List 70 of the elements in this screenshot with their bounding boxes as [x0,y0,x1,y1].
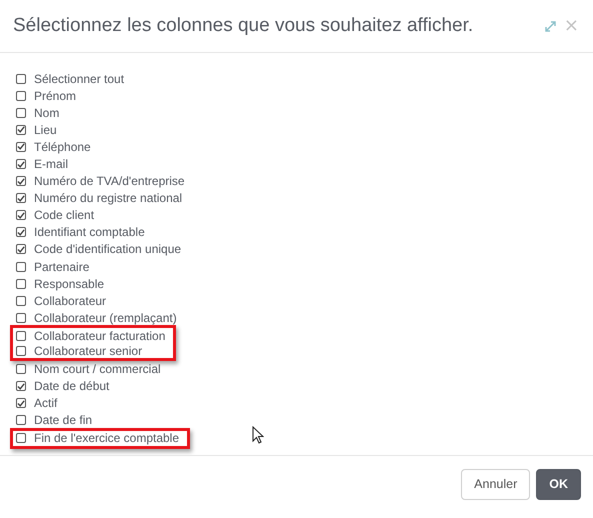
checkbox[interactable] [16,210,26,220]
checkbox-row[interactable]: Prénom [16,87,76,104]
mouse-pointer-icon [252,426,264,444]
checkbox-row[interactable]: Lieu [16,121,57,138]
checkbox[interactable] [16,108,26,118]
checkbox-row[interactable]: Numéro de TVA/d'entreprise [16,172,185,190]
checkbox-row[interactable]: Sélectionner tout [16,70,124,88]
column-label: Identifiant comptable [34,225,145,240]
checkbox[interactable] [16,124,26,135]
checkbox-row[interactable]: Nom [16,104,60,122]
checkbox[interactable] [16,296,26,306]
checkbox[interactable] [16,278,26,289]
column-label: Collaborateur [34,294,106,308]
column-label: Fin de l'exercice comptable [34,431,180,446]
column-label: Collaborateur (remplaçant) [34,310,177,325]
column-label: Nom [34,106,60,120]
column-label: Actif [34,396,58,410]
column-label: Numéro de TVA/d'entreprise [34,174,185,188]
checkbox-row[interactable]: Nom court / commercial [16,360,161,378]
checkbox[interactable] [16,312,26,323]
checkbox-row[interactable]: Collaborateur facturation [16,328,166,344]
column-label: Numéro du registre national [34,191,182,206]
checkbox-row[interactable]: Fin de l'exercice comptable [16,430,180,446]
column-label: Prénom [34,88,76,103]
checkbox[interactable] [16,244,26,254]
checkbox-row[interactable]: Responsable [16,275,104,292]
checkbox[interactable] [16,176,26,186]
checkbox-row[interactable]: Téléphone [16,138,91,156]
column-label: Partenaire [34,260,90,274]
column-label: Lieu [34,122,57,137]
column-label: Nom court / commercial [34,362,161,376]
column-label: Date de début [34,379,110,394]
checkbox[interactable] [16,415,26,426]
checkbox[interactable] [16,381,26,392]
checkbox[interactable] [16,433,26,444]
checkbox-row[interactable]: E-mail [16,155,68,173]
column-label: E-mail [34,157,68,172]
column-label: Code client [34,208,94,222]
checkbox[interactable] [16,90,26,101]
column-label: Collaborateur facturation [34,328,166,343]
checkbox[interactable] [16,193,26,204]
ok-button[interactable]: OK [536,468,581,500]
checkbox-row[interactable]: Code client [16,206,94,224]
checkbox-row[interactable]: Collaborateur [16,292,106,310]
checkbox[interactable] [16,74,26,84]
column-label: Sélectionner tout [34,72,124,86]
column-label: Responsable [34,276,104,291]
checkbox[interactable] [16,330,26,341]
checkbox[interactable] [16,227,26,238]
column-label: Date de fin [34,413,92,428]
checkbox[interactable] [16,398,26,408]
checkbox-row[interactable]: Identifiant comptable [16,224,145,241]
cancel-button[interactable]: Annuler [461,468,530,500]
checkbox-row[interactable]: Code d'identification unique [16,240,182,258]
column-label: Collaborateur senior [34,344,142,358]
checkbox-row[interactable]: Date de fin [16,412,92,429]
column-label: Téléphone [34,140,91,154]
checkbox-row[interactable]: Numéro du registre national [16,190,182,207]
checkbox-row[interactable]: Date de début [16,378,110,395]
checkbox-row[interactable]: Actif [16,394,58,412]
checkbox[interactable] [16,262,26,272]
checkbox[interactable] [16,346,26,356]
checkbox-row[interactable]: Collaborateur senior [16,343,166,358]
dialog-title: Sélectionnez les colonnes que vous souhaitez afficher. [13,15,474,37]
checkbox[interactable] [16,364,26,374]
column-label: Code d'identification unique [34,242,182,256]
checkbox-row[interactable]: Collaborateur (remplaçant) [16,309,177,326]
checkbox[interactable] [16,159,26,170]
checkbox[interactable] [16,142,26,152]
checkbox-row[interactable]: Partenaire [16,258,90,276]
